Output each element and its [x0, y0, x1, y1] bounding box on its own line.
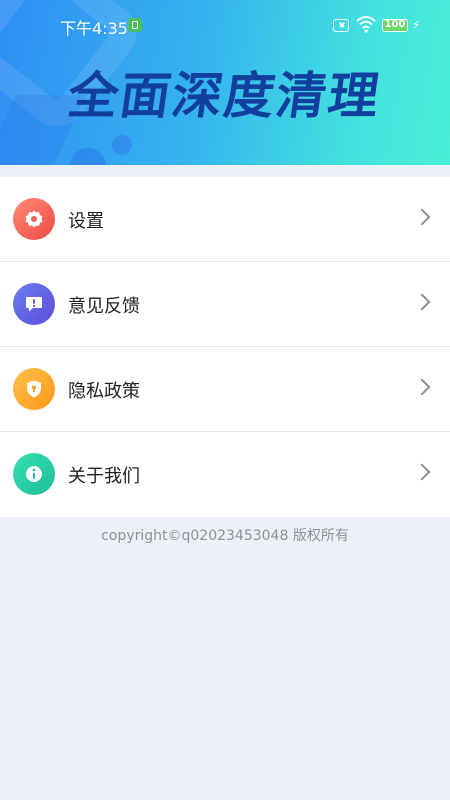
wifi-icon	[356, 16, 376, 33]
app-screen: 下午4:35 100 ⚡ 全面深度清理 设置 意见反馈 隐私政策 关于我们 co…	[0, 0, 450, 800]
chevron-right-icon	[413, 378, 431, 396]
menu-item-feedback[interactable]: 意见反馈	[0, 262, 450, 347]
menu-item-about[interactable]: 关于我们	[0, 432, 450, 517]
info-icon	[13, 453, 55, 495]
battery-icon: 100	[382, 19, 408, 32]
copyright-text: copyright©q02023453048 版权所有	[101, 528, 349, 544]
chevron-right-icon	[413, 208, 431, 226]
menu-item-label: 意见反馈	[68, 296, 140, 317]
banner-decoration	[70, 148, 106, 165]
app-notification-icon	[128, 18, 142, 32]
menu-item-label: 设置	[68, 211, 104, 232]
chevron-right-icon	[413, 293, 431, 311]
charging-bolt-icon: ⚡	[412, 18, 421, 32]
page-title: 全面深度清理	[64, 67, 385, 125]
menu-item-label: 关于我们	[68, 466, 140, 487]
banner-decoration	[112, 135, 132, 155]
menu-item-settings[interactable]: 设置	[0, 177, 450, 262]
header-banner: 下午4:35 100 ⚡ 全面深度清理	[0, 0, 450, 165]
status-bar: 下午4:35 100 ⚡	[0, 0, 450, 52]
chevron-right-icon	[413, 463, 431, 481]
privacy-shield-icon	[13, 368, 55, 410]
gear-icon	[13, 198, 55, 240]
battery-level: 100	[384, 19, 406, 30]
menu-item-privacy[interactable]: 隐私政策	[0, 347, 450, 432]
feedback-bubble-icon	[13, 283, 55, 325]
status-time: 下午4:35	[60, 19, 128, 38]
menu-item-label: 隐私政策	[68, 381, 140, 402]
no-sim-icon	[333, 19, 349, 32]
settings-menu: 设置 意见反馈 隐私政策 关于我们	[0, 177, 450, 517]
